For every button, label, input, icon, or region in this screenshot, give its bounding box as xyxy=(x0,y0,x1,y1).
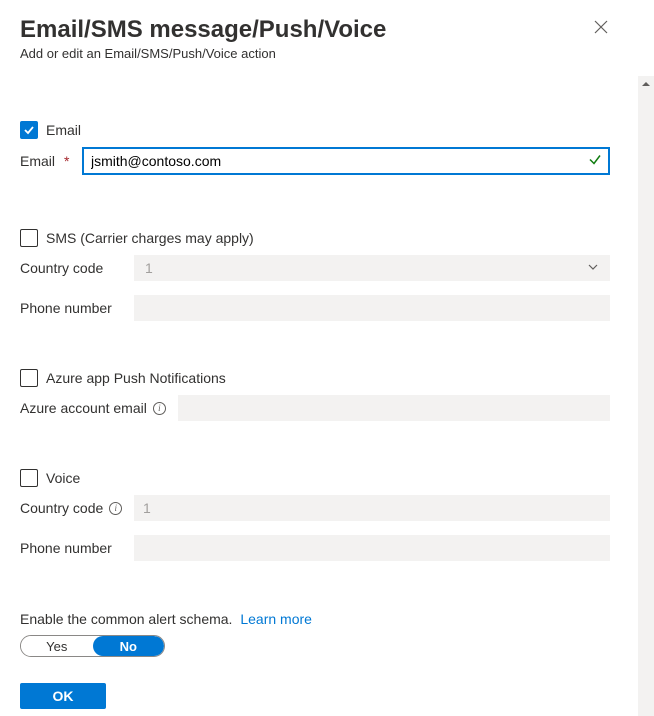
sms-phone-input[interactable] xyxy=(134,295,610,321)
schema-toggle[interactable]: Yes No xyxy=(20,635,165,657)
email-field-label: Email* xyxy=(20,153,82,169)
sms-country-code-dropdown[interactable]: 1 xyxy=(134,255,610,281)
sms-checkbox-label: SMS (Carrier charges may apply) xyxy=(46,230,254,246)
push-checkbox-label: Azure app Push Notifications xyxy=(46,370,226,386)
sms-country-code-label: Country code xyxy=(20,260,134,276)
push-email-input[interactable] xyxy=(178,395,610,421)
dialog-panel: Email/SMS message/Push/Voice Add or edit… xyxy=(0,0,630,716)
push-email-label: Azure account email i xyxy=(20,400,178,416)
sms-phone-label: Phone number xyxy=(20,300,134,316)
dialog-title: Email/SMS message/Push/Voice xyxy=(20,16,610,44)
email-checkbox-label: Email xyxy=(46,122,81,138)
voice-phone-label: Phone number xyxy=(20,540,134,556)
schema-text: Enable the common alert schema. xyxy=(20,611,232,627)
push-section: Azure app Push Notifications Azure accou… xyxy=(20,369,610,421)
email-input[interactable] xyxy=(82,147,610,175)
required-marker: * xyxy=(64,153,69,169)
validation-check-icon xyxy=(588,153,602,170)
close-button[interactable] xyxy=(594,20,610,36)
voice-phone-input[interactable] xyxy=(134,535,610,561)
voice-checkbox-label: Voice xyxy=(46,470,80,486)
scrollbar-up-arrow[interactable] xyxy=(638,76,654,92)
ok-button[interactable]: OK xyxy=(20,683,106,709)
scrollbar-track[interactable] xyxy=(638,76,654,716)
caret-up-icon xyxy=(641,79,651,89)
close-icon xyxy=(594,20,608,34)
info-icon[interactable]: i xyxy=(153,402,166,415)
voice-country-code-input[interactable] xyxy=(134,495,610,521)
common-alert-schema-row: Enable the common alert schema. Learn mo… xyxy=(20,611,610,657)
push-checkbox[interactable] xyxy=(20,369,38,387)
info-icon[interactable]: i xyxy=(109,502,122,515)
chevron-down-icon xyxy=(587,260,599,276)
voice-checkbox[interactable] xyxy=(20,469,38,487)
header: Email/SMS message/Push/Voice Add or edit… xyxy=(20,16,610,61)
voice-section: Voice Country code i Phone number xyxy=(20,469,610,561)
learn-more-link[interactable]: Learn more xyxy=(240,611,312,627)
schema-toggle-yes[interactable]: Yes xyxy=(21,636,93,656)
email-checkbox[interactable] xyxy=(20,121,38,139)
sms-checkbox[interactable] xyxy=(20,229,38,247)
email-section: Email Email* xyxy=(20,121,610,175)
sms-country-code-value: 1 xyxy=(145,260,153,276)
schema-toggle-no[interactable]: No xyxy=(93,636,165,656)
sms-section: SMS (Carrier charges may apply) Country … xyxy=(20,229,610,321)
dialog-subtitle: Add or edit an Email/SMS/Push/Voice acti… xyxy=(20,46,610,61)
voice-country-code-label: Country code i xyxy=(20,500,134,516)
